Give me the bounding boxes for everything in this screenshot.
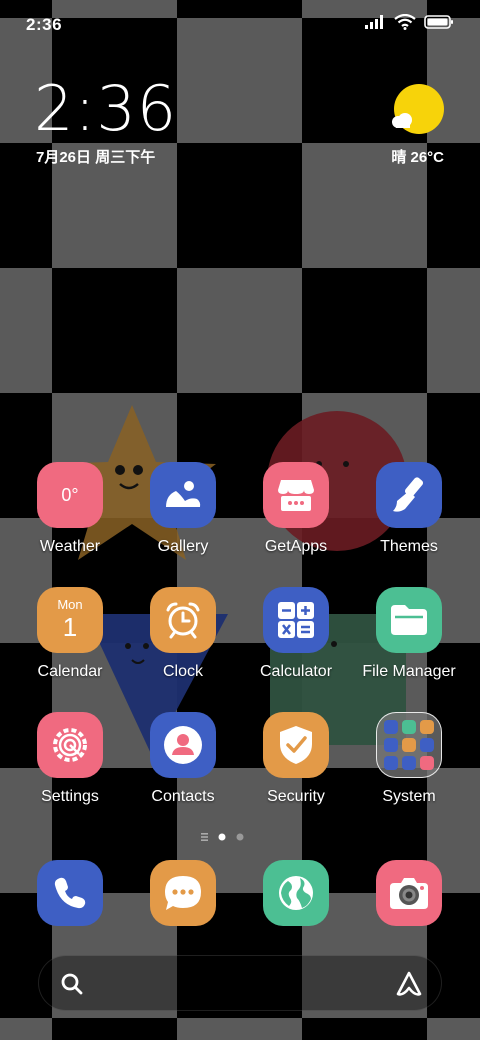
- app-calculator[interactable]: Calculator: [240, 587, 352, 697]
- calculator-icon: [263, 587, 329, 653]
- app-label: Themes: [380, 538, 438, 555]
- weather-icon: 0°: [37, 462, 103, 528]
- page-dot-active: [218, 833, 226, 841]
- calendar-day-number: 1: [62, 612, 78, 642]
- search-icon: [61, 973, 83, 995]
- dock-camera[interactable]: [376, 860, 442, 926]
- clock-widget[interactable]: 2:36: [34, 78, 177, 140]
- app-clock[interactable]: Clock: [127, 587, 239, 697]
- chat-bubble-icon: [165, 876, 201, 910]
- app-label: Security: [267, 788, 325, 805]
- camera-icon: [390, 878, 428, 909]
- app-settings[interactable]: Settings: [14, 712, 126, 822]
- status-time: 2:36: [26, 15, 63, 34]
- dock-phone[interactable]: [37, 860, 103, 926]
- wifi-icon: [394, 14, 416, 30]
- weather-icon-text: 0°: [61, 484, 79, 505]
- app-contacts[interactable]: Contacts: [127, 712, 239, 822]
- cloud-icon: [392, 113, 412, 128]
- widget-time: 2:36: [34, 72, 178, 145]
- gear-icon: [37, 712, 103, 778]
- dock-messages[interactable]: [150, 860, 216, 926]
- brush-icon: [376, 462, 442, 528]
- folder-preview-icon: [376, 712, 442, 778]
- app-gallery[interactable]: Gallery: [127, 462, 239, 572]
- app-label: Calculator: [259, 663, 333, 680]
- app-label: Calendar: [37, 663, 103, 680]
- weather-text: 晴 26°C: [391, 149, 444, 166]
- app-label: Gallery: [157, 538, 209, 555]
- app-weather[interactable]: 0° Weather: [14, 462, 126, 572]
- app-label: Contacts: [151, 788, 215, 805]
- app-system-folder[interactable]: System: [353, 712, 465, 822]
- app-file-manager[interactable]: File Manager: [353, 587, 465, 697]
- search-bar[interactable]: [38, 955, 442, 1011]
- signal-icon: [365, 15, 383, 29]
- calendar-day-name: Mon: [57, 597, 83, 612]
- shield-icon: [263, 712, 329, 778]
- app-label: Settings: [41, 788, 99, 805]
- calendar-icon: Mon 1: [37, 587, 103, 653]
- app-getapps[interactable]: GetApps: [240, 462, 352, 572]
- gallery-icon: [150, 462, 216, 528]
- store-icon: [263, 462, 329, 528]
- folder-icon: [376, 587, 442, 653]
- app-themes[interactable]: Themes: [353, 462, 465, 572]
- app-label: File Manager: [362, 663, 456, 680]
- app-security[interactable]: Security: [240, 712, 352, 822]
- status-icons: [364, 14, 454, 30]
- app-label: Clock: [162, 663, 203, 680]
- home-screen: 2:36 2:36 7月26日 周三下午 晴 26°C 0° Weather G…: [0, 0, 480, 1040]
- assistant-icon[interactable]: [395, 970, 423, 998]
- app-label: GetApps: [264, 538, 328, 555]
- menu-lines-icon: [201, 833, 208, 841]
- dock-browser[interactable]: [263, 860, 329, 926]
- phone-icon: [54, 877, 86, 909]
- alarm-clock-icon: [150, 587, 216, 653]
- battery-icon: [424, 15, 453, 29]
- globe-icon: [279, 876, 313, 910]
- app-label: System: [382, 788, 436, 805]
- status-bar: 2:36: [0, 0, 480, 50]
- page-dot: [236, 833, 244, 841]
- app-calendar[interactable]: Mon 1 Calendar: [14, 587, 126, 697]
- page-indicator[interactable]: [0, 830, 480, 842]
- widget-date: 7月26日 周三下午: [36, 149, 156, 166]
- app-label: Weather: [39, 538, 101, 555]
- person-icon: [150, 712, 216, 778]
